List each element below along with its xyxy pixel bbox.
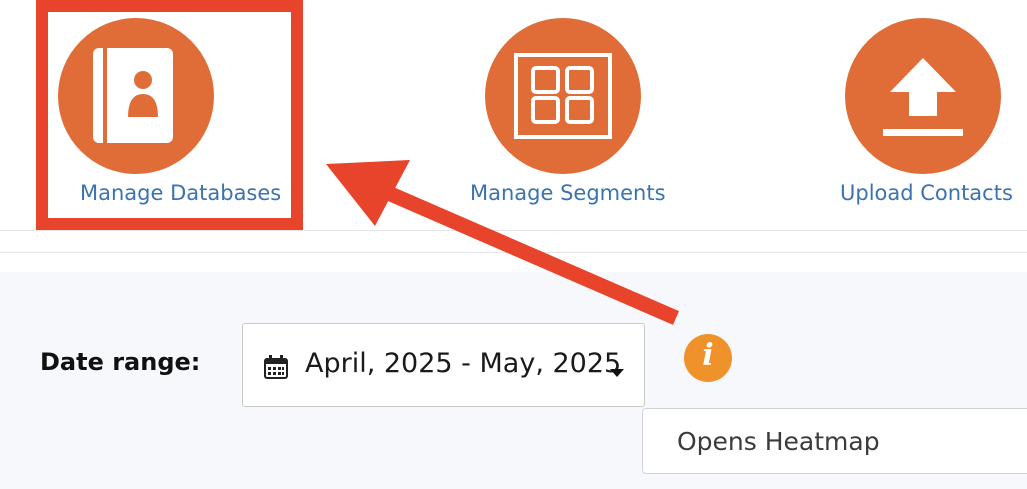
info-icon[interactable]: i xyxy=(684,334,732,382)
date-range-value: April, 2025 - May, 2025 xyxy=(305,348,622,379)
divider xyxy=(0,230,1027,231)
date-range-label: Date range: xyxy=(40,348,201,376)
manage-databases-tile[interactable]: Manage Databases xyxy=(40,0,310,222)
quick-actions-bar: Manage Databases Manage Segments Upload … xyxy=(0,0,1027,230)
divider xyxy=(0,252,1027,253)
tab-opens-heatmap[interactable]: Opens Heatmap xyxy=(642,408,1027,474)
date-range-dropdown[interactable]: April, 2025 - May, 2025 xyxy=(242,323,645,407)
manage-databases-label: Manage Databases xyxy=(80,181,282,205)
upload-contacts-tile[interactable]: Upload Contacts xyxy=(830,0,1020,222)
manage-segments-tile[interactable]: Manage Segments xyxy=(460,0,680,222)
manage-segments-label: Manage Segments xyxy=(470,181,666,205)
chevron-down-icon xyxy=(609,363,625,382)
upload-contacts-label: Upload Contacts xyxy=(840,181,1013,205)
upload-arrow-icon xyxy=(845,18,1001,174)
segments-grid-icon xyxy=(485,18,641,174)
tab-opens-heatmap-label: Opens Heatmap xyxy=(677,427,880,456)
address-book-icon xyxy=(58,18,214,174)
calendar-icon xyxy=(263,354,289,384)
